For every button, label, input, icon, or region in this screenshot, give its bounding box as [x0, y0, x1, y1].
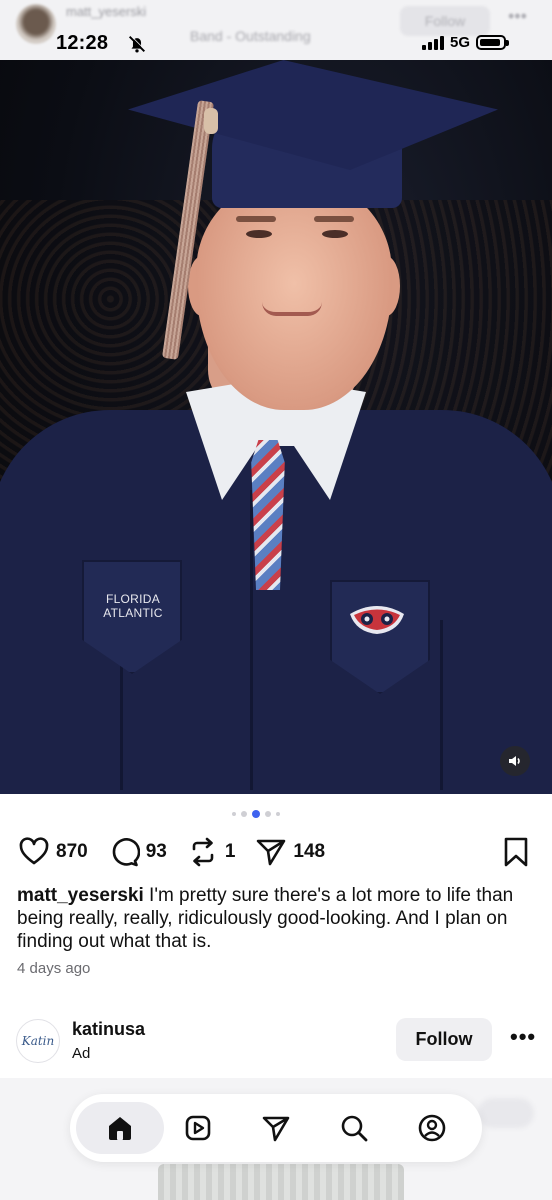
eye-right	[322, 230, 348, 238]
status-indicators: 5G	[421, 34, 509, 51]
nav-home[interactable]	[76, 1102, 164, 1154]
carousel-dot	[241, 811, 247, 817]
nav-send[interactable]	[250, 1102, 302, 1154]
caption-username[interactable]: matt_yeserski	[17, 885, 144, 906]
gown-fold	[250, 490, 253, 790]
carousel-indicator	[232, 810, 280, 818]
send-icon	[262, 1116, 290, 1142]
eye-left	[246, 230, 272, 238]
bookmark-icon[interactable]	[500, 836, 532, 868]
reels-icon	[185, 1115, 211, 1141]
follow-button[interactable]: Follow	[396, 1018, 492, 1061]
sponsored-post-header: Katin katinusa Ad Follow •••	[0, 1008, 552, 1078]
post-caption: matt_yeserski I'm pretty sure there's a …	[17, 884, 537, 953]
next-post-peek	[158, 1164, 404, 1200]
graduation-cap	[128, 60, 498, 170]
post-timestamp: 4 days ago	[17, 960, 91, 977]
heart-icon	[19, 837, 49, 865]
send-icon	[257, 839, 286, 866]
header-more-icon[interactable]: •••	[508, 6, 527, 27]
speaker-icon	[509, 756, 520, 766]
face	[196, 180, 392, 410]
bottom-area	[0, 1078, 552, 1200]
carousel-dot	[232, 812, 236, 816]
comment-button[interactable]: 93	[108, 836, 167, 868]
battery-icon	[476, 35, 509, 50]
comment-count: 93	[145, 841, 167, 862]
pocket-text-line2: ATLANTIC	[103, 606, 163, 620]
like-button[interactable]: 870	[18, 836, 88, 868]
share-count: 148	[293, 841, 326, 862]
pocket-text: FLORIDA ATLANTIC	[88, 592, 178, 620]
network-type: 5G	[449, 34, 470, 51]
ad-logo-text: Katin	[21, 1034, 55, 1048]
ad-avatar[interactable]: Katin	[16, 1019, 60, 1063]
ad-account-name[interactable]: katinusa	[72, 1019, 145, 1040]
post-actions: 870 93 1 148	[18, 834, 534, 870]
tassel-knot	[204, 108, 218, 134]
more-options-icon[interactable]: •••	[510, 1024, 536, 1050]
post-photo[interactable]: FLORIDA ATLANTIC	[0, 60, 552, 794]
bottom-nav-bar	[70, 1094, 482, 1162]
ad-label: Ad	[72, 1045, 91, 1062]
search-icon	[341, 1115, 368, 1142]
carousel-dot	[265, 811, 271, 817]
blurred-badge	[478, 1098, 534, 1128]
header-username[interactable]: matt_yeserski	[66, 4, 146, 19]
mouth	[262, 302, 322, 316]
sound-toggle-button[interactable]	[500, 746, 530, 776]
header-avatar[interactable]	[16, 4, 56, 44]
like-count: 870	[56, 841, 88, 862]
nav-profile[interactable]	[406, 1102, 458, 1154]
bell-slash-icon	[128, 35, 146, 53]
owl-logo-icon	[350, 606, 404, 634]
status-time: 12:28	[56, 32, 109, 54]
nav-search[interactable]	[328, 1102, 380, 1154]
carousel-dot	[276, 812, 280, 816]
signal-icon	[421, 35, 444, 50]
profile-icon	[418, 1114, 446, 1142]
repost-icon	[192, 837, 214, 867]
comment-icon	[112, 838, 140, 867]
header-song[interactable]: Band - Outstanding	[190, 28, 311, 44]
pocket-text-line1: FLORIDA	[105, 592, 161, 606]
repost-button[interactable]: 1	[187, 836, 236, 868]
gown-fold	[440, 620, 443, 790]
share-button[interactable]: 148	[255, 836, 325, 868]
eyebrow-right	[314, 216, 354, 222]
header-follow-button[interactable]: Follow	[400, 6, 490, 36]
eyebrow-left	[236, 216, 276, 222]
carousel-dot-active	[252, 810, 260, 818]
home-icon	[109, 1117, 131, 1140]
top-status-area: matt_yeserski Band - Outstanding Follow …	[0, 0, 552, 60]
nav-reels[interactable]	[172, 1102, 224, 1154]
repost-count: 1	[224, 841, 236, 862]
